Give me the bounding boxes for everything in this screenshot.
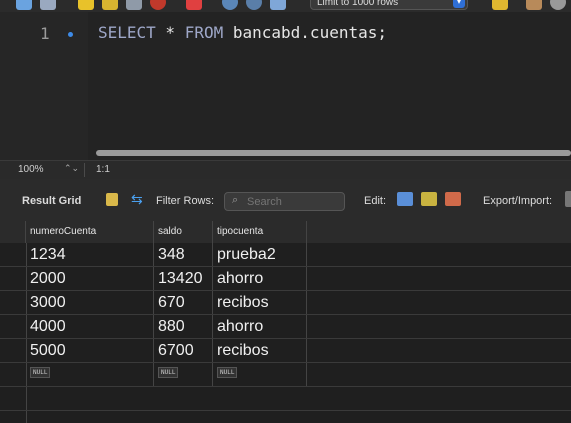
cell-tipocuenta[interactable]: recibos — [213, 339, 307, 362]
column-header-saldo[interactable]: saldo — [154, 221, 213, 243]
cell-saldo[interactable]: 6700 — [154, 339, 213, 362]
edit-row-icon[interactable] — [397, 192, 413, 206]
sql-star: * — [155, 23, 185, 42]
table-row[interactable]: 1234 348 prueba2 — [0, 243, 571, 267]
zoom-stepper-icon[interactable]: ⌃⌄ — [64, 163, 79, 174]
delete-row-icon[interactable] — [445, 192, 461, 206]
cell-saldo[interactable]: 13420 — [154, 267, 213, 290]
cell-tipocuenta[interactable]: ahorro — [213, 315, 307, 338]
export-icon[interactable] — [565, 191, 571, 207]
cell-saldo[interactable]: 348 — [154, 243, 213, 266]
sql-statement[interactable]: SELECT * FROM bancabd.cuentas; — [98, 23, 387, 42]
cell-numeroCuenta[interactable]: 1234 — [26, 243, 154, 266]
cell-tipocuenta[interactable]: prueba2 — [213, 243, 307, 266]
limit-rows-select[interactable]: Limit to 1000 rows ▾ — [310, 0, 468, 10]
row-selector — [0, 411, 27, 423]
statement-marker-icon — [68, 32, 73, 37]
cell-numeroCuenta[interactable]: 2000 — [26, 267, 154, 290]
row-selector[interactable] — [0, 291, 27, 314]
empty-row — [0, 411, 571, 423]
add-row-icon[interactable] — [421, 192, 437, 206]
row-selector[interactable] — [0, 315, 27, 338]
result-grid[interactable]: numeroCuenta saldo tipocuenta 1234 348 p… — [0, 221, 571, 423]
cell-numeroCuenta-null[interactable]: NULL — [26, 363, 154, 386]
execute-lightning-icon[interactable] — [78, 0, 94, 10]
save-icon[interactable] — [40, 0, 56, 10]
result-toolbar: Result Grid ⇆ Filter Rows: ⌕ Edit: Expor… — [0, 179, 571, 221]
cell-numeroCuenta[interactable]: 5000 — [26, 339, 154, 362]
cell-tipocuenta[interactable]: recibos — [213, 291, 307, 314]
cell-tipocuenta[interactable]: ahorro — [213, 267, 307, 290]
snippets-icon[interactable] — [526, 0, 542, 10]
execute-current-icon[interactable] — [102, 0, 118, 10]
null-badge: NULL — [158, 367, 179, 379]
table-row[interactable]: 3000 670 recibos — [0, 291, 571, 315]
cell-numeroCuenta[interactable]: 3000 — [26, 291, 154, 314]
table-row[interactable]: 2000 13420 ahorro — [0, 267, 571, 291]
filter-rows-label: Filter Rows: — [156, 195, 215, 207]
new-row[interactable]: NULL NULL NULL — [0, 363, 571, 387]
result-grid-label: Result Grid — [22, 195, 82, 207]
autocommit-icon[interactable] — [270, 0, 286, 10]
limit-rows-value: Limit to 1000 rows — [317, 0, 399, 8]
editor-gutter: 1 — [0, 12, 88, 160]
column-header-numeroCuenta[interactable]: numeroCuenta — [26, 221, 154, 243]
sql-keyword-from: FROM — [184, 23, 224, 42]
row-selector — [0, 387, 27, 410]
cell-numeroCuenta[interactable]: 4000 — [26, 315, 154, 338]
cursor-position: 1:1 — [96, 164, 110, 175]
header-filler — [307, 221, 571, 243]
row-selector[interactable] — [0, 339, 27, 362]
row-selector[interactable] — [0, 267, 27, 290]
toggle-error-icon[interactable] — [186, 0, 202, 10]
cell-saldo[interactable]: 670 — [154, 291, 213, 314]
column-header-tipocuenta[interactable]: tipocuenta — [213, 221, 307, 243]
cell-tipocuenta-null[interactable]: NULL — [213, 363, 307, 386]
result-grid-icon[interactable] — [106, 193, 118, 206]
status-divider — [84, 163, 85, 177]
search-icon: ⌕ — [232, 194, 239, 206]
sql-keyword-select: SELECT — [98, 23, 156, 42]
stop-icon[interactable] — [150, 0, 166, 10]
explain-icon[interactable] — [126, 0, 142, 10]
row-selector[interactable] — [0, 243, 27, 266]
chevron-down-icon: ▾ — [453, 0, 465, 8]
open-folder-icon[interactable] — [16, 0, 32, 10]
refresh-icon[interactable]: ⇆ — [131, 191, 143, 208]
row-number-header — [0, 221, 26, 243]
row-selector[interactable] — [0, 363, 27, 386]
query-toolbar: Limit to 1000 rows ▾ — [0, 0, 571, 12]
zoom-level: 100% — [18, 164, 44, 175]
editor-status-bar: 100% ⌃⌄ 1:1 — [0, 160, 571, 180]
empty-row — [0, 387, 571, 411]
commit-icon[interactable] — [222, 0, 238, 10]
edit-label: Edit: — [364, 195, 387, 207]
null-badge: NULL — [217, 367, 238, 379]
sql-editor[interactable]: 1 SELECT * FROM bancabd.cuentas; — [0, 12, 571, 160]
null-badge: NULL — [30, 367, 51, 379]
cell-saldo-null[interactable]: NULL — [154, 363, 213, 386]
beautify-icon[interactable] — [492, 0, 508, 10]
filter-rows-search-input[interactable] — [224, 192, 345, 211]
rollback-icon[interactable] — [246, 0, 262, 10]
find-icon[interactable] — [550, 0, 566, 10]
sql-table-name: bancabd.cuentas; — [223, 23, 387, 42]
table-row[interactable]: 5000 6700 recibos — [0, 339, 571, 363]
line-number: 1 — [40, 24, 50, 43]
cell-saldo[interactable]: 880 — [154, 315, 213, 338]
table-row[interactable]: 4000 880 ahorro — [0, 315, 571, 339]
horizontal-scrollbar[interactable] — [96, 150, 571, 156]
export-import-label: Export/Import: — [483, 195, 553, 207]
